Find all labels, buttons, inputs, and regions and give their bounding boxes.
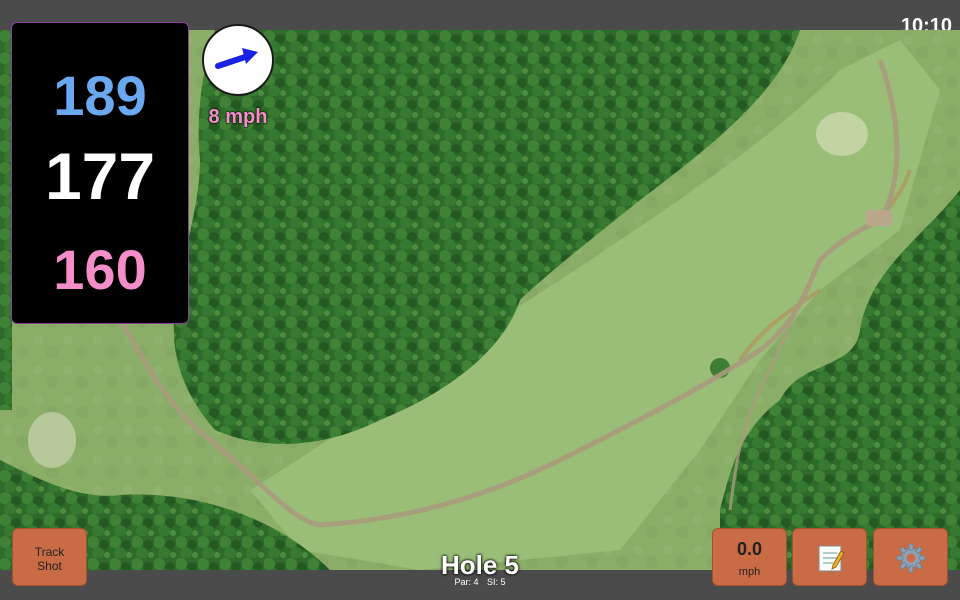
notepad-icon <box>818 545 845 572</box>
distance-front: 160 <box>53 238 147 301</box>
speed-unit: mph <box>738 566 761 578</box>
hole-info: Par: 4 SI: 5 <box>380 577 580 587</box>
track-shot-button[interactable]: Track Shot <box>12 528 87 586</box>
distance-panel: 189 177 160 <box>11 22 189 324</box>
distance-middle: 177 <box>44 139 156 213</box>
track-shot-label: Track Shot <box>34 545 65 573</box>
settings-button[interactable] <box>873 528 948 586</box>
wind-direction-arrow-icon <box>215 48 258 69</box>
speed-button[interactable]: 0.0 mph <box>712 528 787 586</box>
wind-indicator <box>202 24 274 96</box>
hole-stroke-index: SI: 5 <box>487 577 506 587</box>
speed-value: 0.0 <box>736 539 763 559</box>
hole-par: Par: 4 <box>454 577 479 587</box>
wind-speed-label: 8 mph <box>208 106 268 128</box>
notes-button[interactable] <box>792 528 867 586</box>
distance-back: 189 <box>53 64 147 127</box>
gear-icon <box>896 543 926 573</box>
